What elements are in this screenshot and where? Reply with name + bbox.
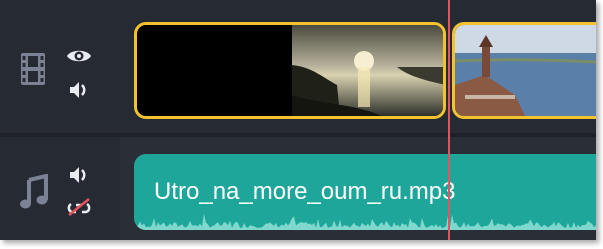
- sunset-over-sea-thumbnail: [292, 25, 443, 116]
- music-note-icon: [20, 174, 48, 209]
- film-strip-icon: [21, 53, 45, 85]
- lighthouse-pier-by-sea-thumbnail: [455, 25, 596, 116]
- playhead[interactable]: [448, 0, 450, 240]
- speaker-icon[interactable]: [68, 165, 90, 185]
- speaker-icon[interactable]: [68, 80, 90, 100]
- eye-icon[interactable]: [66, 47, 92, 65]
- audio-waveform: [134, 213, 596, 230]
- video-clip[interactable]: [134, 22, 446, 119]
- audio-clip[interactable]: Utro_na_more_oum_ru.mp3: [134, 154, 596, 230]
- timeline: Utro_na_more_oum_ru.mp3: [0, 0, 596, 240]
- video-clip[interactable]: [452, 22, 596, 119]
- video-track-header: [0, 0, 120, 133]
- unlink-icon[interactable]: [66, 196, 92, 218]
- audio-track-header: [0, 137, 120, 240]
